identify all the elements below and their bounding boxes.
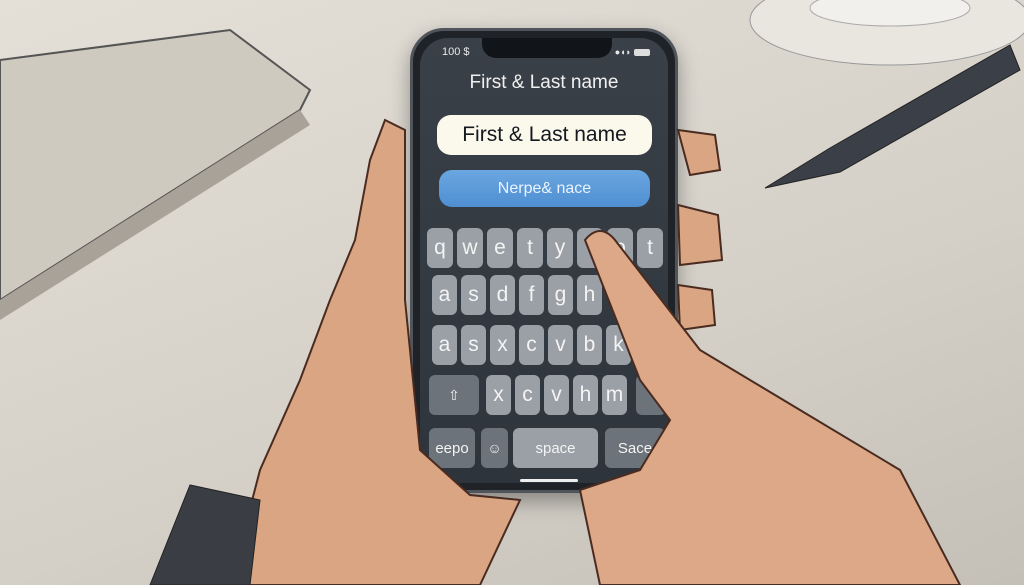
key[interactable]: y xyxy=(547,228,573,268)
mode-key[interactable]: eepo xyxy=(429,428,475,468)
key[interactable]: x xyxy=(490,325,515,365)
key[interactable]: v xyxy=(548,325,573,365)
pen xyxy=(764,44,1021,189)
name-input[interactable]: First & Last name xyxy=(437,115,652,155)
notch xyxy=(482,38,612,58)
key[interactable]: k xyxy=(606,325,631,365)
key[interactable]: h xyxy=(573,375,598,415)
key[interactable]: b xyxy=(577,325,602,365)
key[interactable]: v xyxy=(544,375,569,415)
key[interactable]: h xyxy=(577,275,602,315)
battery-icon xyxy=(634,48,650,56)
key[interactable]: t xyxy=(637,228,663,268)
status-icons: ●◖◗ xyxy=(615,47,650,57)
space-key[interactable]: space xyxy=(513,428,598,468)
key[interactable]: m xyxy=(602,375,627,415)
key[interactable]: x xyxy=(486,375,511,415)
key[interactable]: e xyxy=(487,228,513,268)
key[interactable]: a xyxy=(432,275,457,315)
key[interactable]: d xyxy=(490,275,515,315)
signal-icon: ●◖◗ xyxy=(614,47,631,57)
backspace-key[interactable] xyxy=(636,375,666,415)
phone-screen: 100 $ ●◖◗ First & Last name First & Last… xyxy=(420,38,668,483)
key[interactable]: g xyxy=(548,275,573,315)
emoji-key[interactable]: ☺ xyxy=(481,428,508,468)
key[interactable]: c xyxy=(519,325,544,365)
form-title: First & Last name xyxy=(469,72,619,93)
home-indicator[interactable] xyxy=(520,479,578,482)
smartphone: 100 $ ●◖◗ First & Last name First & Last… xyxy=(410,28,678,493)
key[interactable]: s xyxy=(461,275,486,315)
key[interactable]: o xyxy=(607,228,633,268)
key[interactable]: c xyxy=(515,375,540,415)
shift-key[interactable]: ⇧ xyxy=(429,375,479,415)
return-key[interactable]: Sace xyxy=(605,428,665,468)
key[interactable]: w xyxy=(457,228,483,268)
key[interactable]: a xyxy=(432,325,457,365)
key[interactable]: f xyxy=(519,275,544,315)
key[interactable] xyxy=(577,228,603,268)
key[interactable]: s xyxy=(461,325,486,365)
key[interactable]: t xyxy=(517,228,543,268)
status-time: 100 $ xyxy=(442,46,470,58)
notebook xyxy=(0,28,312,302)
submit-button[interactable]: Nerpe& nace xyxy=(439,170,650,207)
key[interactable]: q xyxy=(427,228,453,268)
